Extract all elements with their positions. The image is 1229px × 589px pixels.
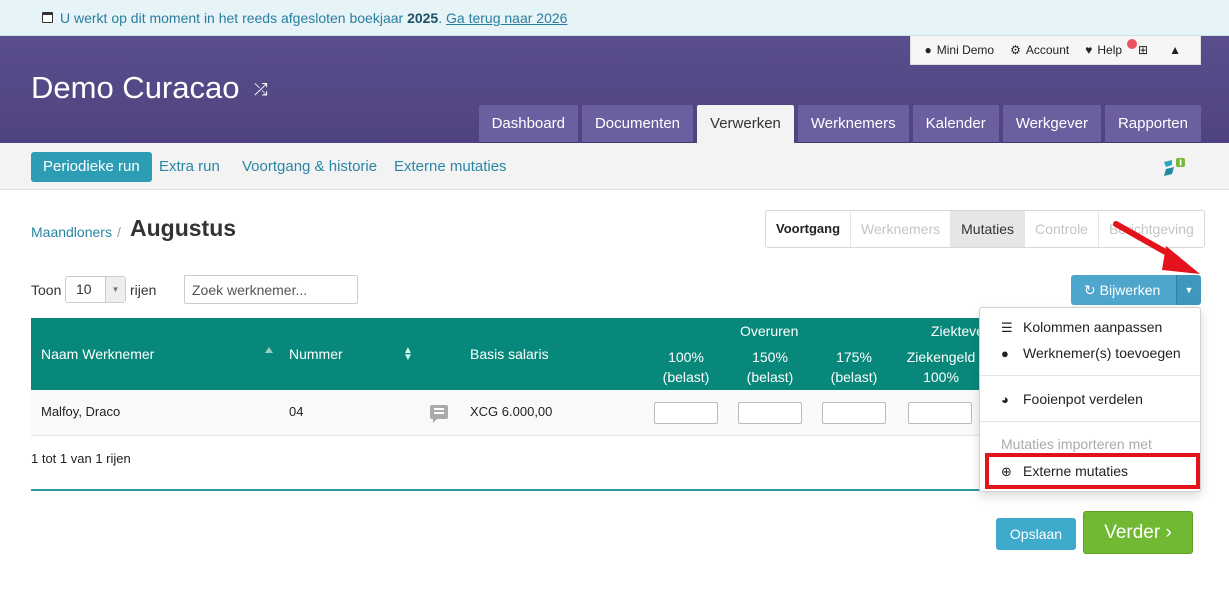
tab-werkgever[interactable]: Werkgever <box>1002 105 1101 143</box>
notification-dot <box>1127 39 1137 49</box>
employee-salary: XCG 6.000,00 <box>470 404 553 419</box>
col-header-name[interactable]: Naam Werknemer <box>41 344 154 364</box>
calendar-icon <box>42 12 53 23</box>
sick-input[interactable] <box>908 402 972 424</box>
gear-icon: ⚙ <box>1010 43 1021 57</box>
app-header: Demo Curacao ⤮ ● Mini Demo ⚙ Account ♥ Help… <box>0 36 1229 144</box>
next-button[interactable]: Verder › <box>1083 511 1193 554</box>
employee-number: 04 <box>289 404 304 419</box>
account-menu[interactable]: ⚙ Account <box>1010 43 1069 57</box>
table-header: Naam Werknemer Nummer ▲ ▼ Basis salaris O… <box>31 318 1031 390</box>
col-header-number[interactable]: Nummer <box>289 344 343 364</box>
subnav-externe-mutaties[interactable]: Externe mutaties <box>394 152 507 182</box>
refresh-icon: ↻ <box>1084 282 1096 298</box>
switch-company-icon[interactable]: ⤮ <box>254 80 268 100</box>
table-info: 1 tot 1 van 1 rijen <box>31 451 131 466</box>
tab-kalender[interactable]: Kalender <box>912 105 999 143</box>
ot100-input[interactable] <box>654 402 718 424</box>
col-header-sick: Ziekengeld 100% <box>906 349 976 385</box>
breadcrumb-parent[interactable]: Maandloners <box>31 224 112 240</box>
step-controle: Controle <box>1025 211 1099 247</box>
tab-dashboard[interactable]: Dashboard <box>478 105 578 143</box>
table-bottom-rule <box>31 489 1031 491</box>
employee-name[interactable]: Malfoy, Draco <box>41 404 120 419</box>
chevron-down-icon: ▼ <box>105 277 125 302</box>
user-icon: ● <box>924 43 932 57</box>
menu-section-import: Mutaties importeren met <box>1001 436 1152 452</box>
closed-year-notice: U werkt op dit moment in het reeds afges… <box>0 0 1229 36</box>
menu-item-tip-pool-label: Fooienpot verdelen <box>1023 391 1143 407</box>
subnav-extra-run[interactable]: Extra run <box>159 152 220 182</box>
menu-item-add-employee-label: Werknemer(s) toevoegen <box>1023 345 1181 361</box>
save-button[interactable]: Opslaan <box>996 518 1076 550</box>
length-label-prefix: Toon <box>31 282 62 298</box>
notice-text: U werkt op dit moment in het reeds afges… <box>60 10 568 26</box>
integration-icon[interactable] <box>1162 156 1186 178</box>
main-tabs: Dashboard Documenten Verwerken Werknemer… <box>478 105 1201 144</box>
menu-item-columns-label: Kolommen aanpassen <box>1023 319 1163 335</box>
step-mutaties[interactable]: Mutaties <box>951 211 1026 247</box>
col-header-ot175: 175% (belast) <box>830 349 878 385</box>
columns-icon: ☰ <box>1001 320 1013 335</box>
col-header-salary[interactable]: Basis salaris <box>470 344 549 364</box>
pie-chart-icon: ◕ <box>1001 392 1009 407</box>
col-header-ot150: 150% (belast) <box>746 349 794 385</box>
sort-icon: ▲ ▼ <box>403 345 413 363</box>
next-button-label: Verder <box>1104 522 1161 543</box>
ot175-input[interactable] <box>822 402 886 424</box>
sort-ascending-icon <box>265 347 273 353</box>
account-label: Account <box>1025 43 1070 57</box>
search-employee-input[interactable] <box>184 275 358 304</box>
subnav-voortgang-historie[interactable]: Voortgang & historie <box>242 152 377 182</box>
gift-button[interactable]: ⊞ <box>1138 43 1153 57</box>
red-arrow-annotation <box>1113 221 1200 274</box>
company-name: Demo Curacao <box>31 70 240 105</box>
tab-verwerken[interactable]: Verwerken <box>697 105 794 144</box>
update-button-label: Bijwerken <box>1099 282 1161 298</box>
col-header-ot100: 100% (belast) <box>662 349 710 385</box>
chevron-right-icon: › <box>1165 522 1172 543</box>
notifications-button[interactable]: ▲ <box>1169 43 1186 57</box>
subnav-periodieke-run[interactable]: Periodieke run <box>31 152 152 182</box>
highlight-box <box>985 453 1200 489</box>
heart-icon: ♥ <box>1085 43 1093 57</box>
breadcrumb-separator: / <box>117 224 121 240</box>
bell-icon: ▲ <box>1169 43 1181 57</box>
page-length-select[interactable]: 10 ▼ <box>65 276 126 303</box>
step-werknemers: Werknemers <box>851 211 952 247</box>
notice-year: 2025 <box>407 10 439 26</box>
ot150-input[interactable] <box>738 402 802 424</box>
page-length-value: 10 <box>76 281 92 297</box>
add-user-icon: ● <box>1001 346 1009 361</box>
user-bar: ● Mini Demo ⚙ Account ♥ Help ⊞ ▲ <box>909 36 1201 65</box>
help-menu[interactable]: ♥ Help <box>1085 43 1122 57</box>
tab-rapporten[interactable]: Rapporten <box>1104 105 1201 143</box>
comment-icon[interactable] <box>430 405 448 423</box>
user-menu[interactable]: ● Mini Demo <box>925 43 995 57</box>
step-voortgang[interactable]: Voortgang <box>766 211 852 247</box>
length-label-suffix: rijen <box>130 282 157 298</box>
table-row: Malfoy, Draco 04 XCG 6.000,00 <box>31 390 1031 436</box>
page-title: Augustus <box>130 215 237 241</box>
col-group-overuren: Overuren <box>740 323 799 339</box>
menu-divider <box>980 375 1200 376</box>
tab-werknemers[interactable]: Werknemers <box>797 105 909 143</box>
menu-divider <box>980 421 1200 422</box>
col-group-ziekteverzuim: Ziekteve <box>931 323 984 339</box>
tab-documenten[interactable]: Documenten <box>581 105 694 143</box>
help-label: Help <box>1097 43 1123 57</box>
back-to-year-link[interactable]: Ga terug naar 2026 <box>446 10 567 26</box>
user-name: Mini Demo <box>936 43 995 57</box>
gift-icon: ⊞ <box>1138 43 1149 57</box>
sub-navigation: Periodieke run Extra run Voortgang & his… <box>0 143 1229 190</box>
